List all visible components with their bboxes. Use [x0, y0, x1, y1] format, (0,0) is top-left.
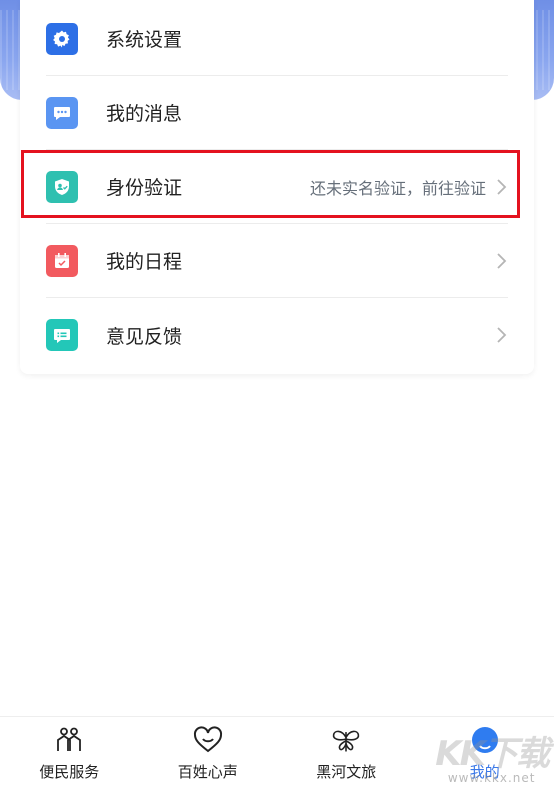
butterfly-icon — [331, 725, 361, 755]
menu-item-identity-verification[interactable]: 身份验证 还未实名验证，前往验证 — [46, 150, 508, 224]
menu-item-my-schedule[interactable]: 我的日程 — [46, 224, 508, 298]
message-icon — [46, 97, 78, 129]
gear-icon — [46, 23, 78, 55]
tab-public-voice[interactable]: 百姓心声 — [139, 717, 278, 792]
menu-item-label: 我的日程 — [106, 247, 496, 274]
menu-item-my-messages[interactable]: 我的消息 — [46, 76, 508, 150]
menu-card: 系统设置 我的消息 身份验证 还未实名验证，前往验证 — [20, 0, 534, 374]
tab-label: 黑河文旅 — [316, 761, 376, 782]
menu-item-label: 系统设置 — [106, 25, 508, 52]
chevron-right-icon — [496, 178, 508, 196]
tab-label: 我的 — [470, 761, 500, 782]
heart-icon — [193, 725, 223, 755]
me-icon — [470, 725, 500, 755]
header-decoration-left — [0, 10, 20, 90]
tab-mine[interactable]: 我的 — [416, 717, 554, 792]
id-shield-icon — [46, 171, 78, 203]
menu-item-label: 意见反馈 — [106, 322, 496, 349]
bottom-tab-bar: 便民服务 百姓心声 黑河文旅 我的 — [0, 716, 554, 792]
menu-item-system-settings[interactable]: 系统设置 — [46, 2, 508, 76]
calendar-icon — [46, 245, 78, 277]
tab-heihe-tourism[interactable]: 黑河文旅 — [277, 717, 416, 792]
tab-label: 百姓心声 — [178, 761, 238, 782]
verification-status-hint: 还未实名验证，前往验证 — [310, 175, 486, 199]
tab-label: 便民服务 — [39, 761, 99, 782]
menu-item-label: 我的消息 — [106, 99, 508, 126]
people-icon — [54, 725, 84, 755]
feedback-icon — [46, 319, 78, 351]
menu-item-feedback[interactable]: 意见反馈 — [46, 298, 508, 372]
chevron-right-icon — [496, 252, 508, 270]
tab-convenience-services[interactable]: 便民服务 — [0, 717, 139, 792]
menu-item-label: 身份验证 — [106, 173, 310, 200]
chevron-right-icon — [496, 326, 508, 344]
